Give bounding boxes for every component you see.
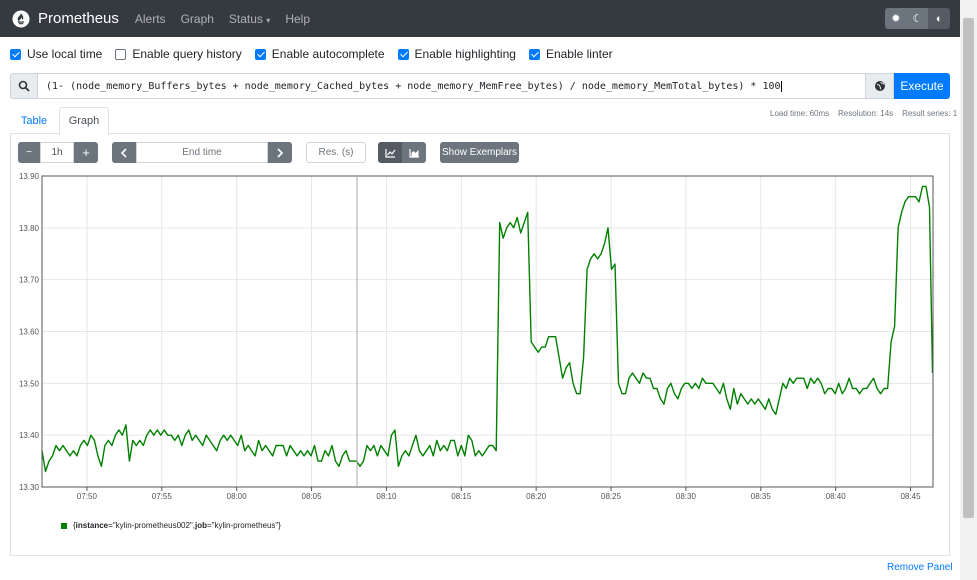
option-label: Enable linter [545,47,613,61]
legend-swatch [61,522,67,529]
legend-instance-key: instance [75,521,109,530]
increase-range-button[interactable]: + [74,142,98,163]
checkbox[interactable] [115,48,127,60]
result-series: Result series: 1 [902,109,958,118]
brand[interactable]: Prometheus [12,9,119,28]
tab-table[interactable]: Table [10,107,58,134]
nav-alerts[interactable]: Alerts [135,12,166,26]
nav-status[interactable]: Status ▾ [229,12,270,26]
moon-icon[interactable]: ☾ [906,8,929,29]
series-legend[interactable]: {instance ="kylin-prometheus002", job ="ky… [61,521,281,530]
expression-input[interactable]: (1- (node_memory_Buffers_bytes + node_me… [37,73,866,99]
expression-text: (1- (node_memory_Buffers_bytes + node_me… [46,80,781,92]
sun-icon[interactable]: ✹ [885,8,907,29]
line-chart-icon[interactable] [378,142,402,163]
checkbox[interactable] [254,48,266,60]
resolution-input[interactable]: Res. (s) [306,142,366,163]
legend-instance-value: ="kylin-prometheus002", [108,521,195,530]
option-label: Enable query history [132,47,242,61]
option-label: Enable highlighting [414,47,516,61]
query-row: (1- (node_memory_Buffers_bytes + node_me… [10,73,950,99]
option-label: Enable autocomplete [271,47,385,61]
query-stats: Load time: 60ms Resolution: 14s Result s… [770,109,957,118]
tab-graph[interactable]: Graph [59,107,109,135]
decrease-range-button[interactable]: − [18,142,40,163]
option-query-history[interactable]: Enable query history [115,47,242,61]
graph-panel [10,134,950,556]
execute-button[interactable]: Execute [894,73,950,99]
legend-job-key: job [194,521,207,530]
chevron-right-icon[interactable] [268,142,292,163]
text-cursor [780,80,782,92]
scrollbar-thumb[interactable] [963,18,974,518]
caret-down-icon: ▾ [266,15,271,25]
navbar: Prometheus Alerts Graph Status ▾ Help ✹ … [0,0,960,37]
end-time-input[interactable]: End time [136,142,268,163]
brand-name: Prometheus [38,10,119,27]
option-label: Use local time [27,47,103,61]
checkbox[interactable] [10,48,21,60]
stacked-chart-icon[interactable] [402,142,426,163]
theme-toggle: ✹ ☾ ◐ [885,8,950,29]
option-local-time[interactable]: Use local time [10,47,102,61]
nav-graph[interactable]: Graph [181,12,214,26]
show-exemplars-button[interactable]: Show Exemplars [440,142,519,163]
range-input[interactable]: 1h [40,142,74,163]
remove-panel-link[interactable]: Remove Panel [887,562,953,573]
nav-help[interactable]: Help [285,12,310,26]
resolution: Resolution: 14s [838,109,894,118]
metrics-explorer-globe-icon[interactable] [866,73,894,99]
legend-job-value: ="kylin-prometheus"} [206,521,281,530]
option-highlighting[interactable]: Enable highlighting [397,47,516,61]
prometheus-logo-icon [12,9,30,28]
option-autocomplete[interactable]: Enable autocomplete [254,47,385,61]
nav-status-label: Status [228,11,263,26]
contrast-icon[interactable]: ◐ [928,8,950,29]
checkbox[interactable] [528,48,540,60]
option-linter[interactable]: Enable linter [528,47,613,61]
chevron-left-icon[interactable] [112,142,136,163]
load-time: Load time: 60ms [770,109,830,118]
search-icon [10,73,37,99]
checkbox[interactable] [397,48,409,60]
query-options: Use local time Enable query history Enab… [10,47,626,61]
